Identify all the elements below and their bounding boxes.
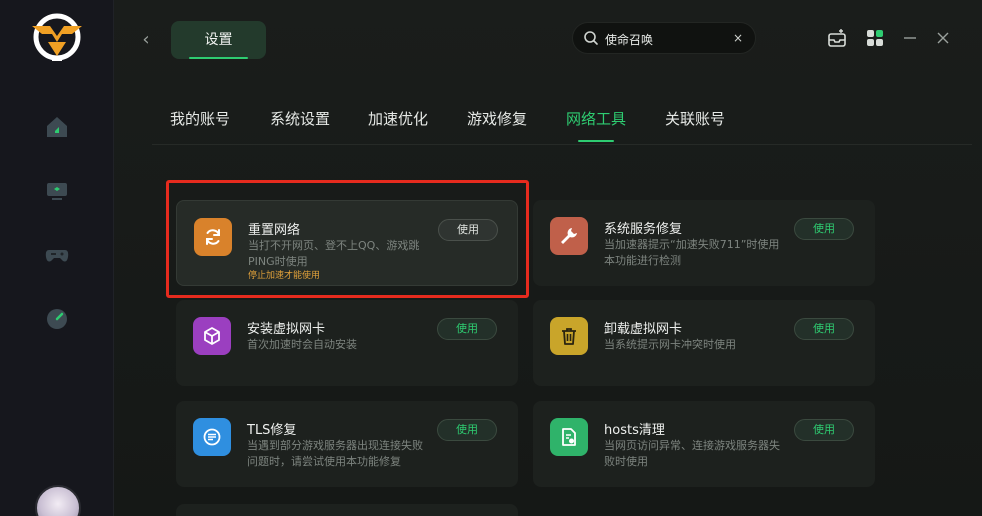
speedometer-icon[interactable] (44, 306, 70, 332)
tool-description: 当加速器提示“加速失败711”时使用本功能进行检测 (604, 238, 780, 267)
tool-description: 当系统提示网卡冲突时使用 (604, 338, 736, 351)
gamepad-icon[interactable] (44, 242, 70, 268)
tool-description: 当网页访问异常、连接游戏服务器失败时使用 (604, 439, 780, 468)
back-button[interactable]: ‹ (136, 30, 156, 50)
tab-my-account[interactable]: 我的账号 (170, 108, 230, 144)
use-button[interactable]: 使用 (794, 218, 854, 240)
tool-card-hosts-clean[interactable]: hosts清理 当网页访问异常、连接游戏服务器失败时使用 使用 (533, 401, 875, 487)
tab-acceleration[interactable]: 加速优化 (368, 108, 428, 144)
tab-game-repair[interactable]: 游戏修复 (467, 108, 527, 144)
tabs-divider (152, 144, 972, 145)
tool-card-tls-repair[interactable]: TLS修复 当遇到部分游戏服务器出现连接失败问题时，请尝试使用本功能修复 使用 (176, 401, 518, 487)
settings-title-tab[interactable]: 设置 (171, 21, 266, 59)
user-avatar[interactable] (35, 485, 81, 516)
tool-title: TLS修复 (247, 423, 297, 438)
next-card-peek (176, 504, 518, 516)
tab-linked-accounts[interactable]: 关联账号 (665, 108, 725, 144)
tool-card-uninstall-virtual-nic[interactable]: 卸载虚拟网卡 当系统提示网卡冲突时使用 使用 (533, 300, 875, 386)
use-button[interactable]: 使用 (794, 318, 854, 340)
grid-icon[interactable] (865, 28, 885, 48)
tool-icon-bg (550, 217, 588, 255)
tool-card-install-virtual-nic[interactable]: 安装虚拟网卡 首次加速时会自动安装 使用 (176, 300, 518, 386)
tool-title: 系统服务修复 (604, 222, 683, 237)
trash-icon (562, 328, 576, 345)
minimize-icon[interactable] (900, 28, 920, 48)
monitor-icon[interactable] (44, 178, 70, 204)
clear-search-button[interactable]: × (731, 29, 745, 47)
tool-title: 重置网络 (248, 223, 301, 238)
search-box[interactable]: × (572, 22, 756, 54)
cube-icon (204, 327, 220, 345)
use-button[interactable]: 使用 (438, 219, 498, 241)
refresh-icon (206, 229, 220, 245)
tool-icon-bg (193, 418, 231, 456)
inbox-icon[interactable] (827, 28, 847, 48)
sidebar (0, 0, 114, 516)
tool-description: 当打不开网页、登不上QQ、游戏跳PING时使用 (248, 239, 420, 268)
tls-icon (203, 428, 221, 446)
app-logo (32, 13, 82, 61)
close-icon[interactable] (933, 28, 953, 48)
tool-description: 首次加速时会自动安装 (247, 338, 357, 351)
home-icon[interactable] (44, 114, 70, 140)
search-icon (584, 31, 598, 45)
tool-warning: 停止加速才能使用 (248, 271, 321, 281)
tab-network-tools[interactable]: 网络工具 (566, 108, 626, 144)
tool-card-system-service-repair[interactable]: 系统服务修复 当加速器提示“加速失败711”时使用本功能进行检测 使用 (533, 200, 875, 286)
tool-title: 卸载虚拟网卡 (604, 322, 683, 337)
tool-title: 安装虚拟网卡 (247, 322, 326, 337)
tool-icon-bg (550, 317, 588, 355)
use-button[interactable]: 使用 (794, 419, 854, 441)
tool-title: hosts清理 (604, 423, 665, 438)
tool-card-reset-network[interactable]: 重置网络 当打不开网页、登不上QQ、游戏跳PING时使用 停止加速才能使用 使用 (176, 200, 518, 286)
tool-icon-bg (194, 218, 232, 256)
use-button[interactable]: 使用 (437, 419, 497, 441)
tool-icon-bg (193, 317, 231, 355)
tool-icon-bg (550, 418, 588, 456)
use-button[interactable]: 使用 (437, 318, 497, 340)
wrench-icon (561, 228, 577, 244)
tool-description: 当遇到部分游戏服务器出现连接失败问题时，请尝试使用本功能修复 (247, 439, 423, 468)
search-input[interactable] (605, 28, 725, 50)
tab-system-settings[interactable]: 系统设置 (270, 108, 330, 144)
file-clean-icon (562, 428, 576, 446)
